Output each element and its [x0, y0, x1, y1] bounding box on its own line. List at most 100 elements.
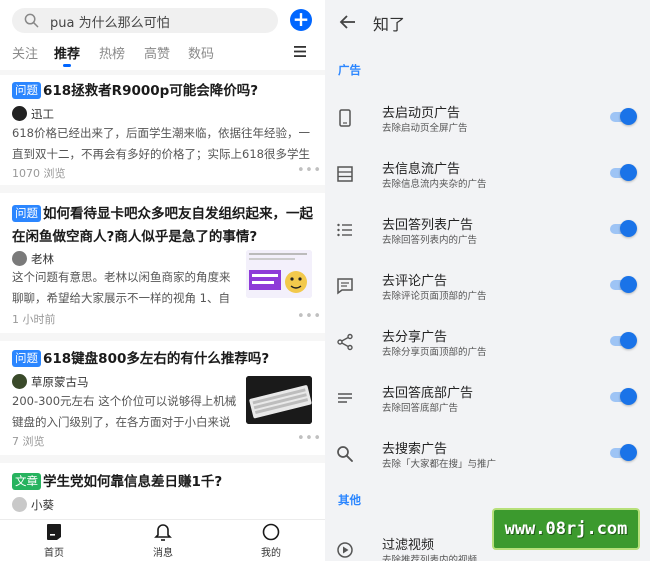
- watermark-text: www.08rj.com: [504, 519, 628, 539]
- setting-description: 去除推荐列表内的视频: [382, 555, 478, 561]
- setting-description: 去除回答列表内的广告: [382, 235, 478, 246]
- menu-icon[interactable]: [294, 46, 306, 57]
- question-tag: 问题: [12, 82, 41, 99]
- toggle-switch[interactable]: [610, 108, 637, 125]
- toggle-knob: [620, 276, 637, 293]
- toggle-switch[interactable]: [610, 220, 637, 237]
- setting-row-search-ad[interactable]: 去搜索广告 去除「大家都在搜」与推广: [325, 428, 650, 484]
- settings-header: 知了: [325, 0, 650, 45]
- setting-description: 去除分享页面顶部的广告: [382, 347, 487, 358]
- toggle-knob: [620, 388, 637, 405]
- toggle-knob: [620, 332, 637, 349]
- setting-description: 去除「大家都在搜」与推广: [382, 459, 497, 470]
- card-title: 问题 如何看待显卡吧众多吧友自发组织起来，一起在闲鱼做空商人?商人似乎是急了的事情…: [12, 205, 313, 245]
- nav-profile[interactable]: 我的: [241, 522, 301, 559]
- card-excerpt: 这个问题有意思。老林以闲鱼商家的角度来聊聊，希望给大家展示不一样的视角 1、自发…: [12, 270, 231, 305]
- toggle-switch[interactable]: [610, 444, 637, 461]
- card-title: 问题 618键盘800多左右的有什么推荐吗?: [12, 348, 314, 371]
- setting-label: 去信息流广告: [382, 162, 461, 177]
- feed-card[interactable]: 问题 618键盘800多左右的有什么推荐吗? 草原蒙古马 200-300元左右 这…: [0, 341, 325, 455]
- feed-top-bar: pua 为什么那么可怕 + 关注 推荐 热榜 高赞 数码: [0, 0, 325, 70]
- toggle-knob: [620, 108, 637, 125]
- setting-description: 去除信息流内夹杂的广告: [382, 179, 487, 190]
- zhihu-feed-pane: pua 为什么那么可怕 + 关注 推荐 热榜 高赞 数码 问题 618拯救者R90…: [0, 0, 325, 561]
- more-options-icon[interactable]: •••: [297, 309, 322, 324]
- setting-label: 去回答底部广告: [382, 386, 474, 401]
- meme-image-icon: [246, 250, 312, 298]
- setting-row-splash-ad[interactable]: 去启动页广告 去除启动页全屏广告: [325, 92, 650, 148]
- tab-hot[interactable]: 热榜: [99, 43, 125, 62]
- card-author[interactable]: 老林: [12, 251, 54, 267]
- setting-label: 去评论广告: [382, 274, 448, 289]
- setting-label: 去搜索广告: [382, 442, 448, 457]
- back-arrow-icon[interactable]: [339, 13, 357, 31]
- card-excerpt: 200-300元左右 这个价位可以说够得上机械键盘的入门级别了，在各方面对于小白…: [12, 394, 237, 429]
- setting-description: 去除启动页全屏广告: [382, 123, 468, 134]
- card-thumbnail[interactable]: [246, 250, 312, 298]
- tab-digital[interactable]: 数码: [188, 43, 214, 62]
- share-icon: [337, 333, 353, 351]
- card-meta: 1070 浏览: [12, 167, 66, 180]
- setting-label: 去分享广告: [382, 330, 448, 345]
- toggle-switch[interactable]: [610, 164, 637, 181]
- setting-description: 去除评论页面顶部的广告: [382, 291, 487, 302]
- profile-icon: [262, 523, 280, 541]
- feed-icon: [337, 166, 353, 182]
- search-icon: [24, 13, 39, 28]
- tab-recommend[interactable]: 推荐: [54, 43, 80, 62]
- card-excerpt: 618价格已经出来了，后面学生潮来临，依据往年经验，一直到双十二，不再会有多好的…: [12, 126, 310, 161]
- setting-label: 去回答列表广告: [382, 218, 474, 233]
- feed-card[interactable]: 文章 学生党如何靠信息差日赚1千? 小葵: [0, 463, 325, 523]
- toggle-knob: [620, 164, 637, 181]
- phone-icon: [339, 109, 351, 127]
- list-icon: [337, 223, 352, 237]
- nav-home-label: 首页: [44, 548, 64, 559]
- setting-row-comment-ad[interactable]: 去评论广告 去除评论页面顶部的广告: [325, 260, 650, 316]
- setting-row-share-ad[interactable]: 去分享广告 去除分享页面顶部的广告: [325, 316, 650, 372]
- play-icon: [337, 542, 353, 558]
- more-options-icon[interactable]: •••: [297, 163, 322, 178]
- card-meta: 7 浏览: [12, 435, 45, 448]
- section-header-ads: 广告: [338, 63, 361, 77]
- toggle-knob: [620, 444, 637, 461]
- tab-top-voted[interactable]: 高赞: [144, 43, 170, 62]
- avatar: [12, 497, 27, 512]
- bell-icon: [154, 524, 172, 541]
- card-author[interactable]: 小葵: [12, 497, 54, 513]
- setting-label: 过滤视频: [382, 538, 435, 553]
- card-author[interactable]: 草原蒙古马: [12, 374, 89, 390]
- card-title: 问题 618拯救者R9000p可能会降价吗?: [12, 80, 312, 103]
- card-meta: 1 小时前: [12, 313, 56, 326]
- nav-profile-label: 我的: [261, 548, 281, 559]
- card-title: 文章 学生党如何靠信息差日赚1千?: [12, 471, 314, 494]
- zhile-settings-pane: 知了 广告 去启动页广告 去除启动页全屏广告 去信息流广告 去除信息流内夹杂的广…: [325, 0, 650, 561]
- card-thumbnail[interactable]: [246, 376, 312, 424]
- bottom-navigation: 首页 消息 我的: [0, 519, 325, 561]
- keyboard-image-icon: [246, 376, 312, 424]
- question-tag: 问题: [12, 350, 41, 367]
- nav-messages[interactable]: 消息: [133, 522, 193, 559]
- search-bar[interactable]: pua 为什么那么可怕: [12, 8, 278, 33]
- nav-home[interactable]: 首页: [24, 522, 84, 559]
- feed-card[interactable]: 问题 如何看待显卡吧众多吧友自发组织起来，一起在闲鱼做空商人?商人似乎是急了的事情…: [0, 193, 325, 333]
- toggle-switch[interactable]: [610, 388, 637, 405]
- setting-row-feed-ad[interactable]: 去信息流广告 去除信息流内夹杂的广告: [325, 148, 650, 204]
- more-options-icon[interactable]: •••: [297, 431, 322, 446]
- lines-icon: [338, 393, 352, 403]
- setting-row-answer-list-ad[interactable]: 去回答列表广告 去除回答列表内的广告: [325, 204, 650, 260]
- toggle-switch[interactable]: [610, 276, 637, 293]
- avatar: [12, 374, 27, 389]
- toggle-switch[interactable]: [610, 332, 637, 349]
- search-icon: [337, 446, 353, 462]
- setting-row-answer-bottom-ad[interactable]: 去回答底部广告 去除回答底部广告: [325, 372, 650, 428]
- feed-card[interactable]: 问题 618拯救者R9000p可能会降价吗? 迅工 618价格已经出来了，后面学生…: [0, 75, 325, 185]
- nav-messages-label: 消息: [153, 548, 173, 559]
- create-plus-button[interactable]: +: [290, 9, 312, 31]
- tab-follow[interactable]: 关注: [12, 43, 38, 62]
- active-tab-indicator: [63, 64, 71, 67]
- home-icon: [47, 524, 61, 540]
- card-author[interactable]: 迅工: [12, 106, 54, 122]
- article-tag: 文章: [12, 473, 41, 490]
- setting-label: 去启动页广告: [382, 106, 461, 121]
- feed-tabs: 关注 推荐 热榜 高赞 数码: [0, 40, 325, 68]
